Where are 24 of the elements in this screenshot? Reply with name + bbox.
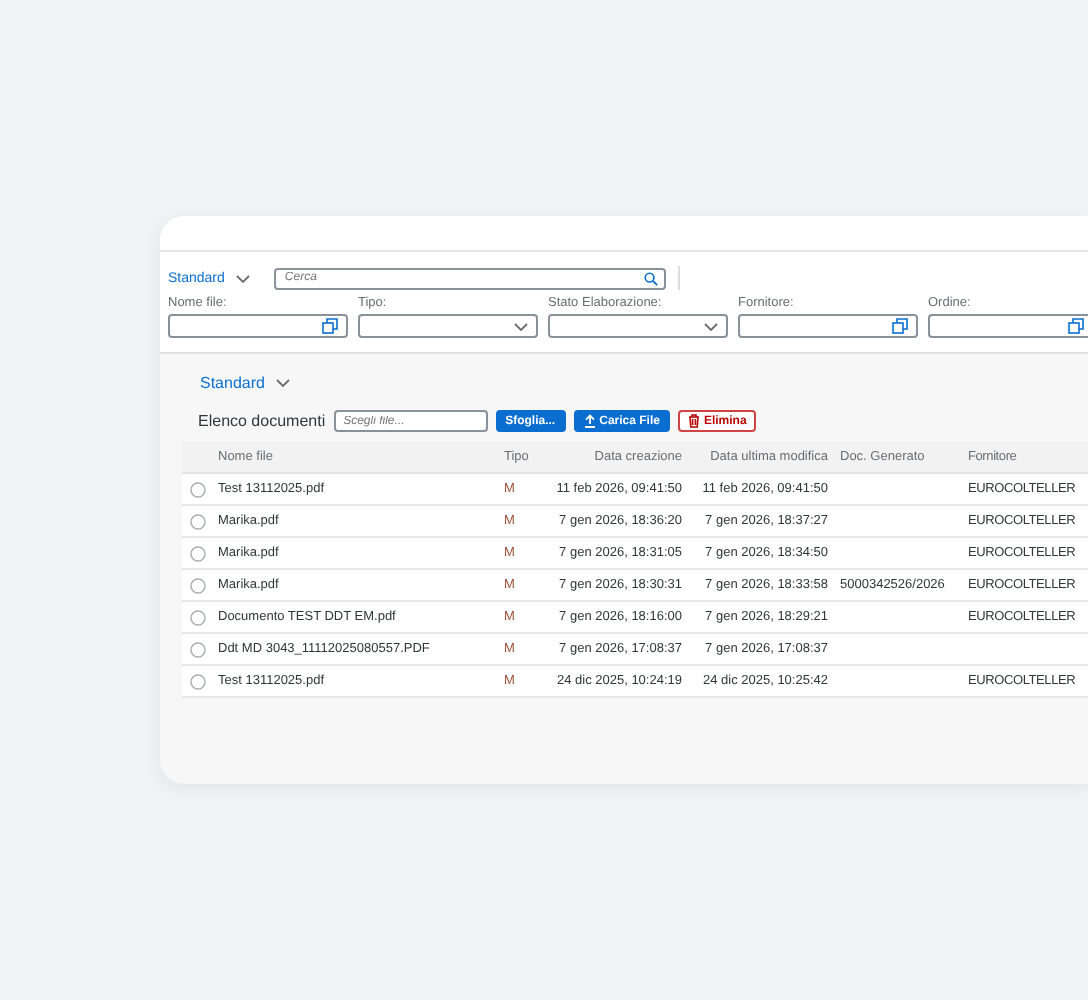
filter-field[interactable]: [928, 314, 1088, 338]
trash-icon: [687, 414, 700, 428]
row-radio[interactable]: [190, 673, 206, 689]
value-help-icon[interactable]: [1068, 318, 1084, 334]
row-radio[interactable]: [190, 577, 206, 593]
chevron-down-icon: [236, 273, 251, 283]
row-radio[interactable]: [190, 481, 206, 497]
filter-field[interactable]: [548, 314, 728, 338]
chevron-down-icon: [276, 378, 291, 388]
table-variant-selector[interactable]: Standard: [182, 374, 1088, 392]
search-icon[interactable]: [644, 271, 659, 285]
row-radio[interactable]: [190, 641, 206, 657]
table-title: Elenco documenti: [198, 412, 326, 430]
row-radio[interactable]: [190, 609, 206, 625]
upload-icon: [583, 414, 596, 428]
filter-field[interactable]: [358, 314, 538, 338]
filter-field[interactable]: [738, 314, 918, 338]
value-help-icon[interactable]: [892, 318, 908, 334]
filter-field[interactable]: [168, 314, 348, 338]
row-radio[interactable]: [190, 545, 206, 561]
chevron-down-icon: [704, 321, 718, 331]
chevron-down-icon: [514, 321, 528, 331]
row-radio[interactable]: [190, 513, 206, 529]
value-help-icon[interactable]: [322, 318, 338, 334]
